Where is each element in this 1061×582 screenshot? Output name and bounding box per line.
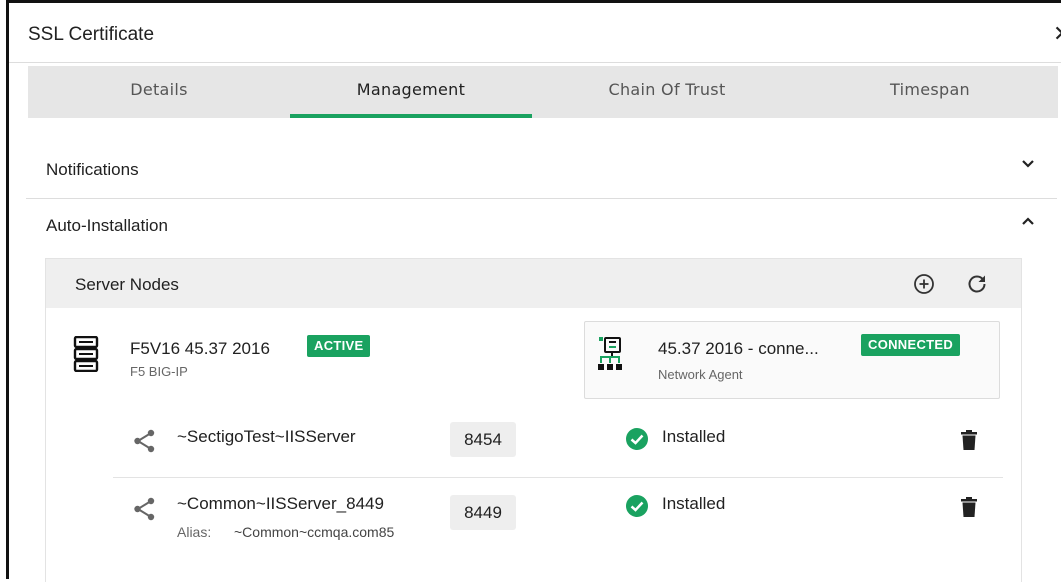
tab-management[interactable]: Management (290, 66, 532, 118)
ssl-certificate-dialog: SSL Certificate ✕ Details Management Cha… (9, 3, 1061, 582)
tab-bar: Details Management Chain Of Trust Timesp… (28, 66, 1058, 118)
agent-name: 45.37 2016 - conne... (658, 339, 819, 358)
auto-installation-title: Auto-Installation (46, 216, 168, 235)
network-agent-box[interactable]: 45.37 2016 - conne... Network Agent CONN… (584, 321, 1000, 399)
dialog-title: SSL Certificate (28, 24, 155, 45)
tab-details[interactable]: Details (28, 66, 290, 118)
status-badge-active: ACTIVE (307, 335, 371, 357)
check-circle-icon (626, 495, 648, 517)
chevron-down-icon[interactable] (1021, 157, 1035, 171)
title-divider (9, 62, 1061, 63)
close-icon[interactable]: ✕ (1053, 21, 1061, 47)
chevron-up-icon[interactable] (1021, 214, 1035, 228)
server-nodes-title: Server Nodes (75, 275, 179, 294)
check-circle-icon (626, 428, 648, 450)
trash-icon[interactable] (961, 430, 977, 450)
tab-timespan[interactable]: Timespan (802, 66, 1058, 118)
port-badge: 8454 (450, 422, 516, 457)
share-icon (134, 429, 155, 453)
install-status: Installed (662, 494, 726, 513)
server-nodes-card: Server Nodes F5V16 45.37 2016 F5 BIG-IP … (45, 258, 1022, 582)
install-status: Installed (662, 427, 726, 446)
server-nodes-header: Server Nodes (46, 259, 1021, 308)
tab-chain-of-trust[interactable]: Chain Of Trust (532, 66, 802, 118)
server-icon (73, 336, 99, 372)
share-icon (134, 497, 155, 521)
node-name[interactable]: F5V16 45.37 2016 (130, 339, 270, 359)
site-name: ~Common~IISServer_8449 (177, 494, 384, 513)
refresh-icon[interactable] (965, 272, 989, 296)
active-tab-indicator (290, 114, 532, 118)
network-agent-icon (598, 337, 622, 370)
auto-installation-section-header[interactable]: Auto-Installation (26, 199, 1057, 254)
row-divider (113, 477, 1003, 478)
alias-value: ~Common~ccmqa.com85 (234, 524, 395, 540)
port-badge: 8449 (450, 495, 516, 530)
node-type: F5 BIG-IP (130, 364, 188, 379)
agent-type: Network Agent (658, 367, 743, 382)
trash-icon[interactable] (961, 497, 977, 517)
site-name: ~SectigoTest~IISServer (177, 427, 356, 446)
status-badge-connected: CONNECTED (861, 334, 961, 356)
notifications-section-header[interactable]: Notifications (26, 143, 1057, 198)
add-circle-icon[interactable] (912, 272, 936, 296)
alias-label: Alias: (177, 524, 212, 540)
notifications-title: Notifications (46, 160, 139, 179)
